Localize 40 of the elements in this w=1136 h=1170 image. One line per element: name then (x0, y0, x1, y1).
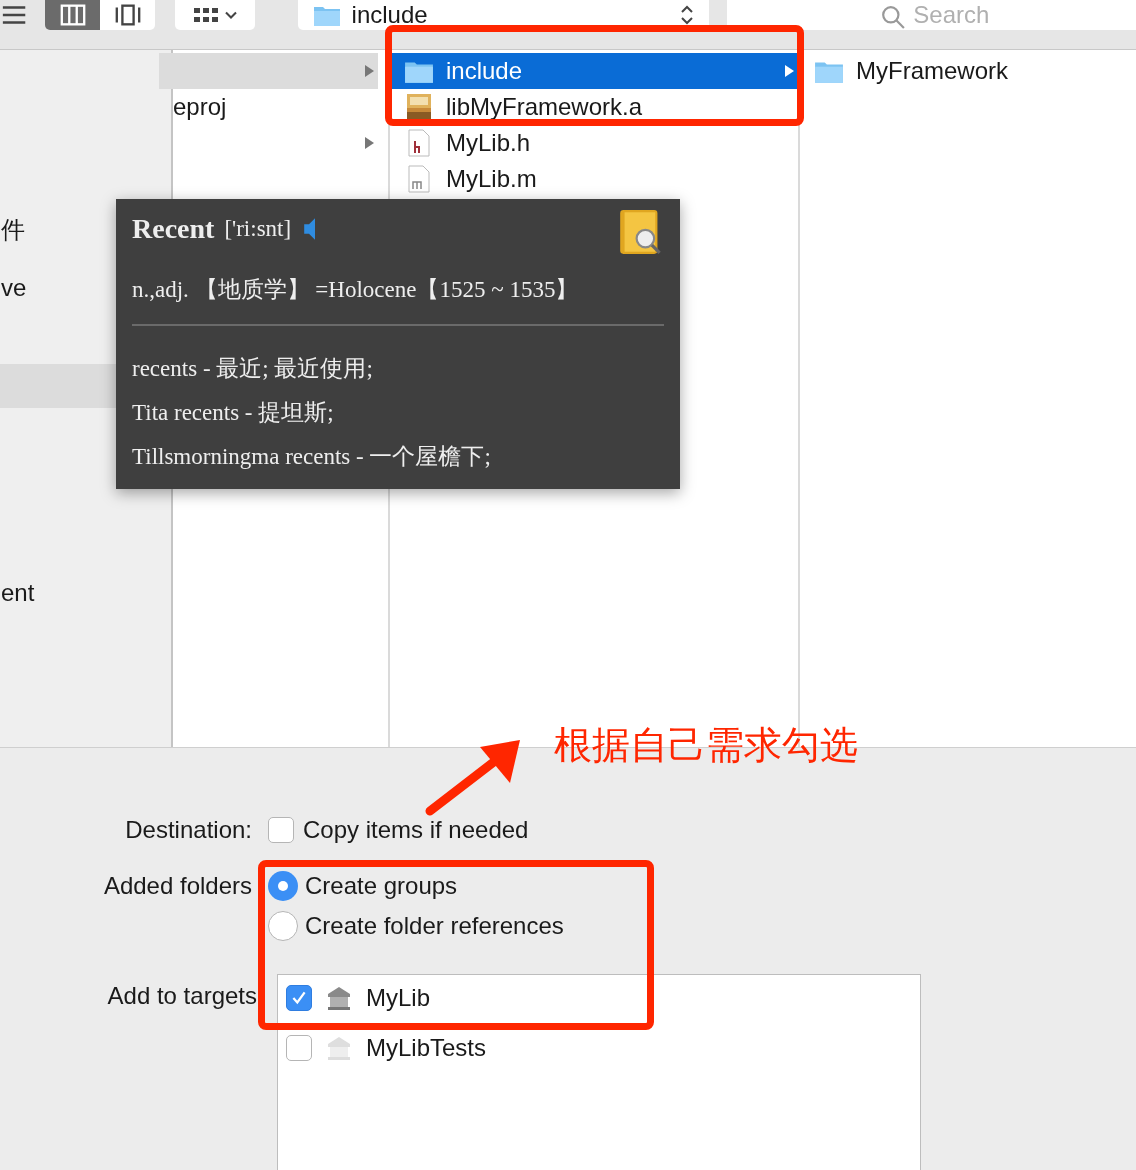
search-field[interactable]: Search (727, 0, 1136, 30)
field-label: Added folders (102, 871, 253, 901)
definition-text: n.,adj. 【地质学】 =Holocene【1525 ~ 1535】 (132, 276, 580, 304)
file-row[interactable]: eproj (159, 89, 378, 125)
sidebar-item[interactable]: 件 (1, 212, 25, 248)
phonetic: ['ri:snt] (224, 214, 292, 243)
archive-icon (404, 93, 434, 121)
file-row[interactable]: include (390, 53, 798, 89)
arrange-button[interactable] (175, 0, 255, 30)
speaker-icon[interactable] (301, 217, 318, 241)
checkmark-icon (290, 989, 308, 1007)
entry-text: recents - 最近; 最近使用; (132, 354, 374, 383)
entry-text: Tita recents - 提坦斯; (132, 398, 335, 427)
sidebar-item[interactable]: ent (1, 575, 35, 611)
file-row[interactable]: MyFramework (800, 53, 1136, 89)
field-label: Destination: (124, 815, 253, 845)
target-row[interactable]: MyLib (286, 981, 920, 1015)
annotation-note: 根据自己需求勾选 (554, 723, 858, 768)
sidebar-item[interactable]: ve (1, 270, 27, 306)
disclosure-triangle-icon[interactable] (364, 64, 374, 78)
radio-option[interactable]: Create groups (268, 866, 564, 906)
headword: Recent (132, 212, 215, 246)
file-row[interactable]: libMyFramework.a (390, 89, 798, 125)
radio-option[interactable]: Create folder references (268, 906, 564, 946)
copy-items-checkbox[interactable]: Copy items if needed (268, 812, 529, 848)
file-row[interactable]: MyLib.m (390, 161, 798, 197)
path-popup[interactable]: include (297, 0, 710, 30)
view-button[interactable] (100, 0, 155, 30)
disclosure-triangle-icon[interactable] (784, 64, 794, 78)
up-down-arrows-icon (679, 4, 696, 26)
disclosure-triangle-icon[interactable] (364, 136, 374, 150)
grid-icon (191, 6, 220, 24)
target-row[interactable]: MyLibTests (286, 1031, 920, 1065)
file-row[interactable]: MyLib.h (390, 125, 798, 161)
dictionary-book-icon (618, 207, 664, 257)
chevron-down-icon (223, 10, 238, 20)
search-icon (881, 5, 906, 29)
entry-text: Tillsmorningma recents - 一个屋檐下; (132, 442, 492, 471)
field-label: Add to targets (106, 981, 258, 1011)
view-button[interactable] (45, 0, 100, 30)
